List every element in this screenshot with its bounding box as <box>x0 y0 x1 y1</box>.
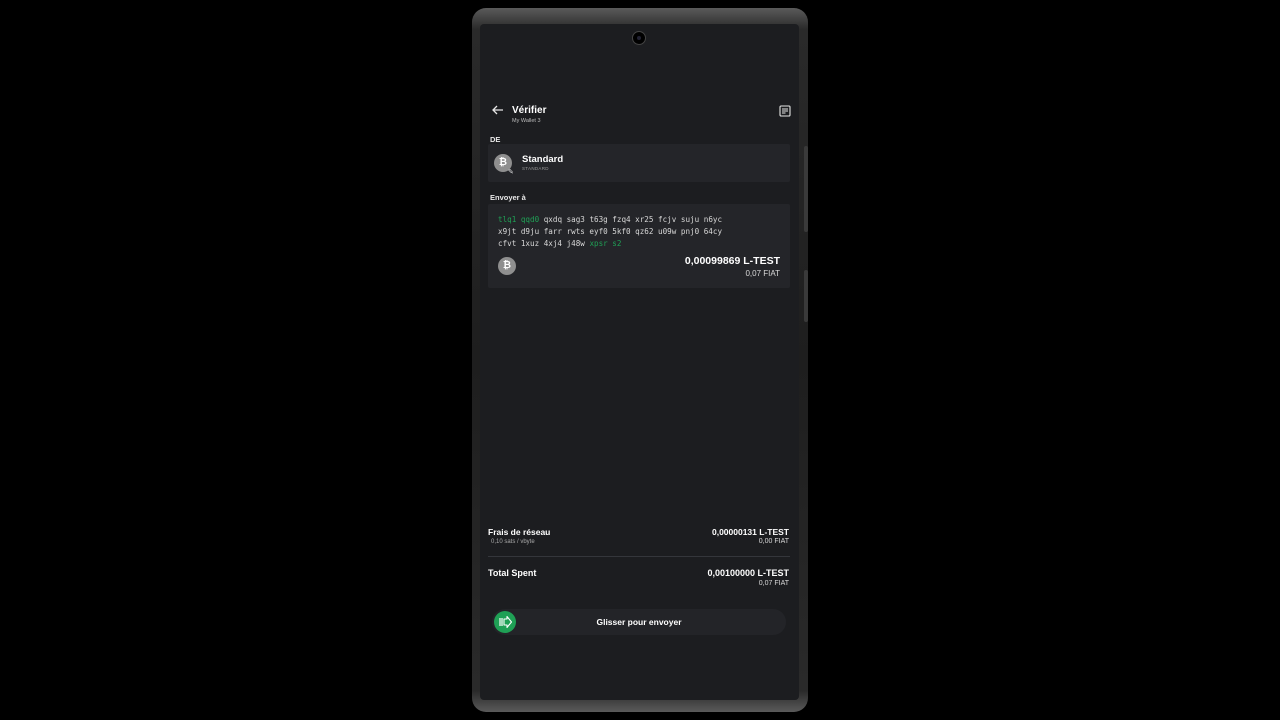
send-amount: 0,00099869 L-TEST <box>684 255 780 267</box>
total-fiat: 0,07 FIAT <box>758 580 789 587</box>
recipient-card: tlq1 qqd0 qxdq sag3 t63g fzq4 xr25 fcjv … <box>488 204 790 288</box>
send-amount-fiat: 0,07 FIAT <box>745 269 780 278</box>
power-button <box>804 270 808 322</box>
recipient-address: tlq1 qqd0 qxdq sag3 t63g fzq4 xr25 fcjv … <box>498 214 778 250</box>
address-text: x9jt d9ju farr rwts eyf0 5kf0 qz62 u09w … <box>498 227 723 236</box>
wallet-name: My Wallet 3 <box>512 118 541 124</box>
send-to-label: Envoyer à <box>490 193 526 202</box>
total-spent-label: Total Spent <box>488 568 537 578</box>
note-svg <box>779 105 791 117</box>
address-highlight: tlq1 qqd0 <box>498 215 540 224</box>
fee-amount: 0,00000131 L-TEST <box>711 527 789 537</box>
pencil-icon: ✎ <box>508 169 514 176</box>
page-title: Vérifier <box>512 105 547 116</box>
address-text: qxdq sag3 t63g fzq4 xr25 fcjv suju n6yc <box>539 215 723 224</box>
total-amount: 0,00100000 L-TEST <box>707 568 789 578</box>
from-account-card[interactable]: ₿ ✎ Standard STANDARD <box>488 144 790 182</box>
note-icon[interactable] <box>779 104 793 118</box>
fee-fiat: 0,00 FIAT <box>758 538 789 545</box>
address-text: cfvt 1xuz 4xj4 j48w <box>498 239 590 248</box>
phone-screen: Vérifier My Wallet 3 DE ₿ ✎ Standard STA… <box>480 24 799 700</box>
address-highlight: xpsr s2 <box>589 239 622 248</box>
app-header: Vérifier My Wallet 3 <box>480 102 799 132</box>
swipe-to-send-slider[interactable]: Glisser pour envoyer <box>492 609 786 635</box>
network-fee-label: Frais de réseau <box>488 527 551 537</box>
volume-button <box>804 146 808 232</box>
slider-label: Glisser pour envoyer <box>596 617 682 627</box>
back-arrow-icon[interactable] <box>486 102 510 120</box>
account-type: STANDARD <box>522 166 549 171</box>
from-label: DE <box>490 135 501 144</box>
account-name: Standard <box>522 154 564 165</box>
fee-rate: 0,10 sats / vbyte <box>491 539 535 545</box>
divider <box>488 556 790 557</box>
back-arrow-svg <box>492 105 503 115</box>
front-camera <box>632 31 646 45</box>
bitcoin-icon: ₿ <box>498 257 516 275</box>
